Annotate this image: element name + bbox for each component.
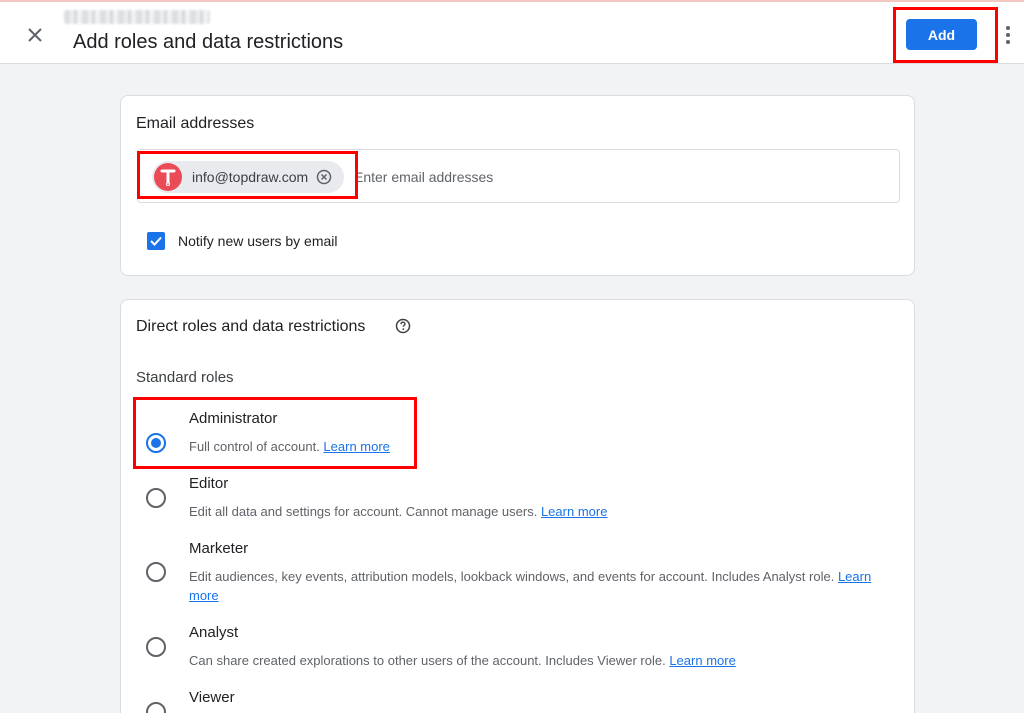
role-description: Edit all data and settings for account. … [189,502,901,521]
notify-row[interactable]: Notify new users by email [147,232,338,250]
email-entry-box[interactable]: info@topdraw.com [137,149,900,203]
remove-chip-icon [316,169,332,185]
role-description-text: Can share created explorations to other … [189,653,666,668]
standard-roles-heading: Standard roles [136,369,234,386]
header-bar: Add roles and data restrictions Add [0,2,1024,64]
close-button[interactable] [22,22,48,48]
role-name: Viewer [189,689,235,706]
chip-email-text: info@topdraw.com [192,169,309,185]
email-input[interactable] [354,164,754,190]
learn-more-link[interactable]: Learn more [669,653,735,668]
page-title: Add roles and data restrictions [73,31,344,53]
avatar-t-icon [160,169,176,186]
chip-remove-button[interactable] [316,169,332,185]
help-circle-icon[interactable] [395,318,411,334]
radio-administrator[interactable] [146,433,166,453]
radio-analyst[interactable] [146,637,166,657]
blurred-breadcrumb [64,10,210,24]
role-description-text: Full control of account. [189,439,320,454]
role-description: Can share created explorations to other … [189,651,901,670]
add-button[interactable]: Add [906,19,977,50]
radio-editor[interactable] [146,488,166,508]
notify-checkbox[interactable] [147,232,165,250]
roles-card: Direct roles and data restrictions Stand… [120,299,915,713]
email-section-title: Email addresses [136,115,255,132]
learn-more-link[interactable]: Learn more [323,439,389,454]
role-name: Marketer [189,540,249,557]
more-vert-icon [1006,26,1010,44]
radio-marketer[interactable] [146,562,166,582]
learn-more-link[interactable]: Learn more [541,504,607,519]
email-addresses-card: Email addresses info@topdraw.com Enter e… [120,95,915,276]
role-description: Full control of account. Learn more [189,437,901,456]
email-chip[interactable]: info@topdraw.com [152,161,344,193]
role-description-text: Edit all data and settings for account. … [189,504,538,519]
roles-section-title: Direct roles and data restrictions [136,318,366,335]
close-icon [28,28,42,42]
notify-label: Notify new users by email [178,233,338,249]
role-name: Editor [189,475,229,492]
role-name: Administrator [189,410,278,427]
more-options-button[interactable] [1000,22,1016,48]
radio-viewer[interactable] [146,702,166,713]
role-description-text: Edit audiences, key events, attribution … [189,569,835,584]
checkmark-icon [150,236,162,246]
role-description: Edit audiences, key events, attribution … [189,567,901,605]
role-name: Analyst [189,624,239,641]
avatar [154,163,182,191]
